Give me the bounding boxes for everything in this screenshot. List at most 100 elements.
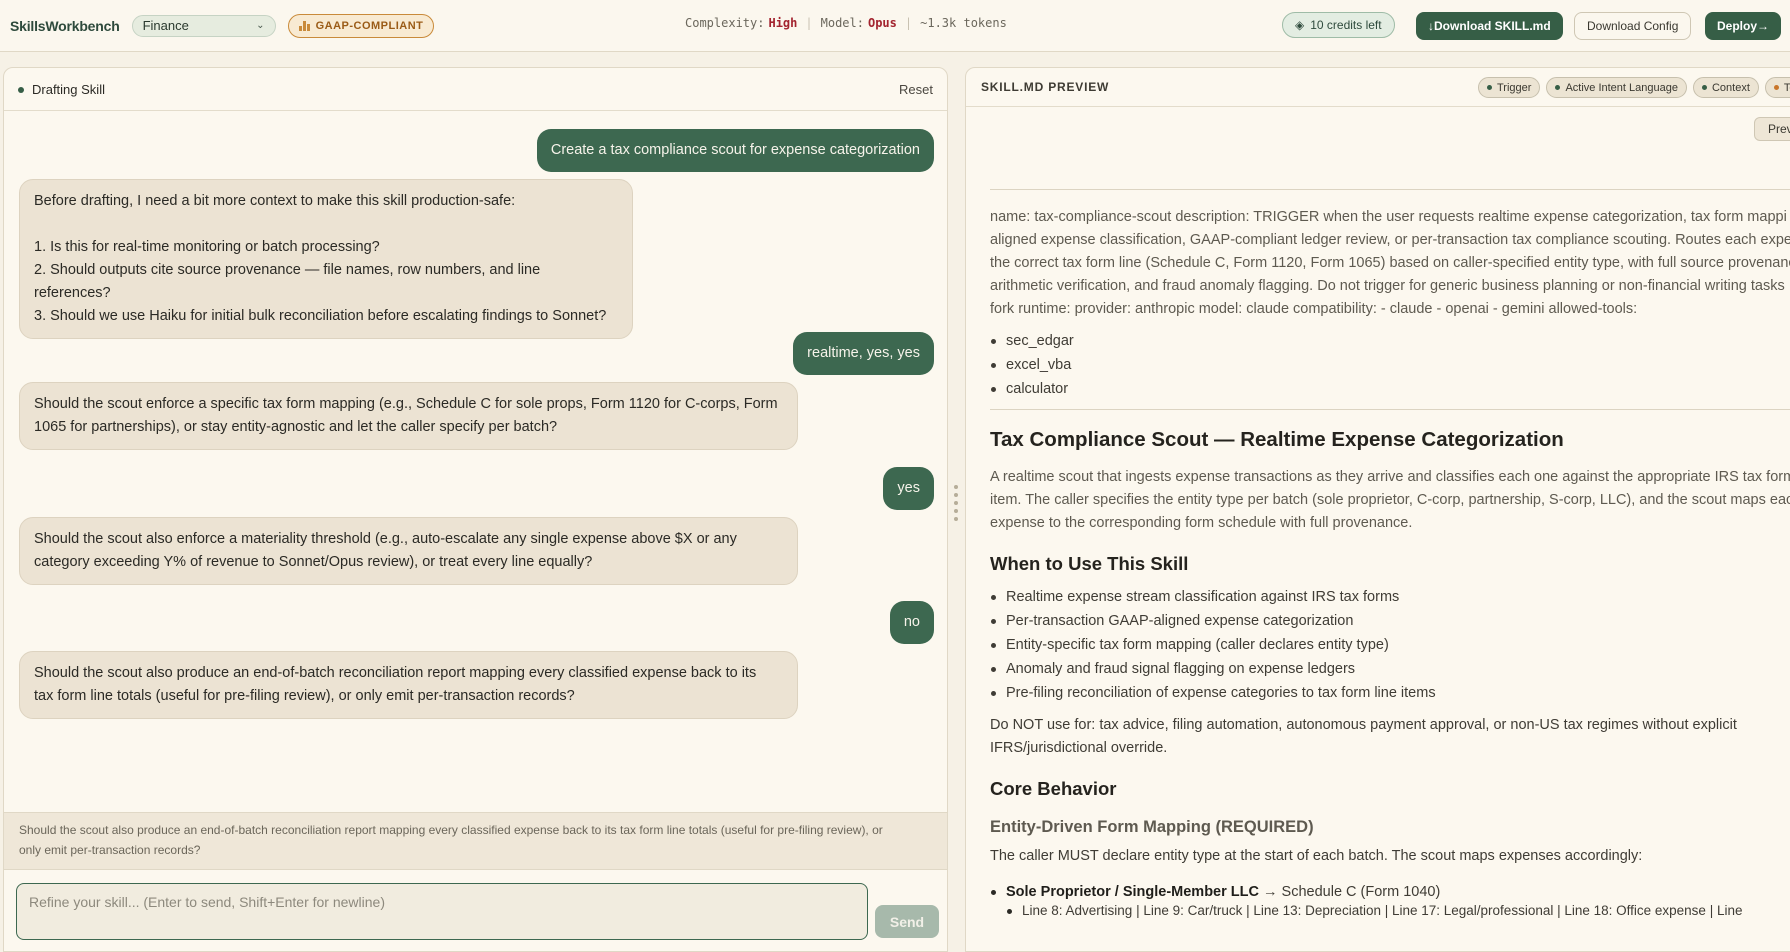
paragraph-line: expense to the corresponding form schedu…	[990, 515, 1413, 531]
compliance-badge-label: GAAP-COMPLIANT	[315, 19, 424, 32]
user-message: no	[889, 601, 934, 644]
message-line: Should the scout also enforce a material…	[34, 531, 737, 547]
section-heading: When to Use This Skill	[990, 553, 1189, 574]
user-message: Create a tax compliance scout for expens…	[536, 129, 934, 172]
tag-label: Trigger	[1497, 81, 1532, 94]
frontmatter-line: name: tax-compliance-scout description: …	[990, 209, 1787, 225]
user-message: yes	[883, 467, 934, 510]
message-line: Before drafting, I need a bit more conte…	[34, 193, 516, 209]
dot-icon	[1701, 85, 1707, 90]
frontmatter-line: fork runtime: provider: anthropic model:…	[990, 301, 1638, 317]
list-item: Anomaly and fraud signal flagging on exp…	[990, 657, 1790, 681]
tag-label: Context	[1711, 81, 1750, 94]
chat-panel: Drafting Skill Reset Create a tax compli…	[3, 67, 948, 952]
list-item: excel_vba	[990, 353, 1790, 377]
message-line: 2. Should outputs cite source provenance…	[34, 262, 541, 301]
frontmatter-line: aligned expense classification, GAAP-com…	[990, 232, 1790, 248]
divider	[990, 409, 1790, 410]
model-value: Opus	[867, 16, 897, 30]
section-tags: Trigger Active Intent Language Context T…	[1478, 77, 1790, 98]
user-message: realtime, yes, yes	[793, 332, 934, 375]
drafting-status-label: Drafting Skill	[32, 81, 105, 97]
tag-label: Active Intent Language	[1565, 81, 1678, 94]
frontmatter: name: tax-compliance-scout description: …	[990, 206, 1790, 321]
credits-badge[interactable]: ◈ 10 credits left	[1282, 12, 1395, 38]
frontmatter-line: the correct tax form line (Schedule C, F…	[990, 255, 1790, 271]
domain-select[interactable]: Finance ⌄	[131, 14, 276, 37]
preview-button[interactable]: Prev	[1754, 117, 1790, 141]
list-item: calculator	[990, 377, 1790, 401]
allowed-tools-list: sec_edgar excel_vba calculator	[990, 329, 1790, 401]
exclusions-paragraph: Do NOT use for: tax advice, filing autom…	[990, 714, 1790, 760]
token-count: ~1.3k tokens	[920, 16, 1007, 30]
drafting-status: Drafting Skill	[18, 82, 105, 97]
message-line: category exceeding Y% of revenue to Sonn…	[34, 554, 593, 570]
message-line: 1065 for partnerships), or stay entity-a…	[34, 419, 558, 435]
skill-document: name: tax-compliance-scout description: …	[990, 189, 1790, 920]
compliance-badge[interactable]: GAAP-COMPLIANT	[287, 13, 435, 38]
preview-title: SKILL.MD PREVIEW	[981, 80, 1110, 94]
message-line	[34, 213, 618, 236]
complexity-label: Complexity:	[685, 16, 765, 30]
send-button[interactable]: Send	[875, 905, 939, 938]
list-item: Pre-filing reconciliation of expense cat…	[990, 681, 1790, 705]
assistant-message: Should the scout also produce an end-of-…	[19, 651, 798, 719]
dot-icon	[1487, 85, 1492, 90]
credits-label: 10 credits left	[1310, 18, 1382, 32]
chat-header: Drafting Skill Reset	[4, 68, 947, 111]
entity-name: Sole Proprietor / Single-Member LLC	[1006, 884, 1259, 900]
pending-question-line: Should the scout also produce an end-of-…	[19, 823, 883, 837]
model-label: Model:	[820, 16, 864, 30]
divider: |	[805, 16, 813, 30]
list-item: Per-transaction GAAP-aligned expense cat…	[990, 609, 1790, 633]
domain-select-value: Finance	[142, 18, 189, 33]
list-item: Entity-specific tax form mapping (caller…	[990, 633, 1790, 657]
message-line: Should the scout enforce a specific tax …	[34, 396, 778, 412]
resize-handle[interactable]	[951, 485, 961, 533]
complexity-value: High	[768, 16, 798, 30]
use-cases-list: Realtime expense stream classification a…	[990, 585, 1790, 705]
entity-lines: Line 8: Advertising | Line 9: Car/truck …	[990, 902, 1790, 920]
chat-thread[interactable]: Create a tax compliance scout for expens…	[4, 111, 947, 879]
status-dot-icon	[18, 87, 24, 94]
paragraph-line: item. The caller specifies the entity ty…	[990, 492, 1790, 508]
chevron-down-icon: ⌄	[256, 20, 265, 31]
assistant-message: Should the scout also enforce a material…	[19, 517, 798, 585]
list-item: Realtime expense stream classification a…	[990, 585, 1790, 609]
divider	[990, 189, 1790, 190]
deploy-button[interactable]: Deploy→	[1705, 12, 1782, 40]
tag-label: To	[1783, 81, 1790, 94]
entity-item: Sole Proprietor / Single-Member LLC → Sc…	[990, 882, 1790, 902]
subsection-heading: Entity-Driven Form Mapping (REQUIRED)	[990, 818, 1314, 836]
model-meta: Complexity: High | Model: Opus | ~1.3k t…	[685, 16, 1007, 30]
message-line: tax form line totals (useful for pre-fil…	[34, 688, 575, 704]
document-heading: Tax Compliance Scout — Realtime Expense …	[990, 428, 1564, 451]
assistant-message: Before drafting, I need a bit more conte…	[19, 179, 633, 339]
dot-icon	[1555, 85, 1561, 90]
tag-context[interactable]: Context	[1692, 77, 1759, 98]
entity-form: → Schedule C (Form 1040)	[1258, 884, 1441, 900]
divider: |	[904, 16, 913, 30]
pending-question: Should the scout also produce an end-of-…	[4, 812, 947, 870]
intro-paragraph: A realtime scout that ingests expense tr…	[990, 466, 1790, 535]
bar-chart-icon	[298, 20, 310, 31]
brand-logo[interactable]: SkillsWorkbench	[10, 18, 120, 34]
paragraph-line: A realtime scout that ingests expense tr…	[990, 469, 1790, 485]
mapping-intro: The caller MUST declare entity type at t…	[990, 848, 1643, 864]
download-skill-button[interactable]: ↓Download SKILL.md	[1416, 12, 1563, 40]
message-line: 3. Should we use Haiku for initial bulk …	[34, 308, 607, 324]
download-config-button[interactable]: Download Config	[1574, 12, 1692, 40]
paragraph-line: IFRS/jurisdictional override.	[990, 740, 1168, 756]
tag-trigger[interactable]: Trigger	[1478, 77, 1541, 98]
diamond-icon: ◈	[1295, 18, 1305, 32]
reset-button[interactable]: Reset	[899, 82, 933, 97]
tag-active-intent-language[interactable]: Active Intent Language	[1546, 77, 1687, 98]
message-line: Should the scout also produce an end-of-…	[34, 665, 757, 681]
message-line: 1. Is this for real-time monitoring or b…	[34, 239, 380, 255]
list-item: sec_edgar	[990, 329, 1790, 353]
assistant-message: Should the scout enforce a specific tax …	[19, 382, 798, 450]
dot-icon	[1773, 85, 1779, 90]
paragraph-line: Do NOT use for: tax advice, filing autom…	[990, 717, 1737, 733]
refine-input[interactable]: Refine your skill... (Enter to send, Shi…	[16, 883, 868, 940]
tag-tools[interactable]: To	[1764, 77, 1790, 98]
